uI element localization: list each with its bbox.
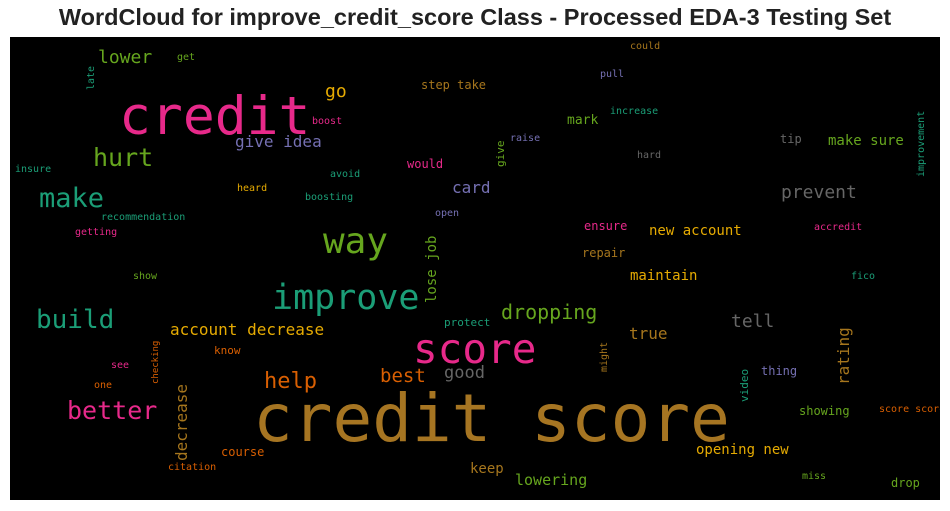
- word: could: [630, 41, 661, 52]
- word: account decrease: [170, 320, 325, 339]
- word: checking: [151, 340, 161, 384]
- word: decrease: [172, 383, 191, 461]
- word: repair: [582, 246, 626, 260]
- wordcloud-canvas: credit score credit score improve way ma…: [10, 37, 940, 500]
- word: boost: [312, 116, 343, 127]
- word: heard: [237, 183, 268, 194]
- word: video: [738, 368, 751, 402]
- word: showing: [799, 404, 850, 418]
- word: pull: [600, 69, 625, 80]
- word: miss: [802, 471, 827, 482]
- word: show: [133, 271, 158, 282]
- word: tell: [731, 311, 775, 332]
- word: get: [177, 52, 196, 63]
- word: card: [452, 178, 491, 197]
- word: avoid: [330, 169, 361, 180]
- word: lose job: [424, 235, 440, 303]
- word: drop: [891, 476, 920, 490]
- word: make: [39, 183, 105, 214]
- word: better: [67, 396, 158, 425]
- word: improve: [272, 278, 420, 318]
- word: score score: [879, 404, 940, 415]
- word: protect: [444, 316, 491, 329]
- word: prevent: [781, 182, 857, 203]
- word: hard: [637, 150, 662, 161]
- word: raise: [510, 133, 541, 144]
- word: tip: [780, 132, 802, 146]
- word: citation: [168, 462, 217, 473]
- word: help: [264, 369, 317, 394]
- word: best: [380, 365, 426, 387]
- word: hurt: [93, 143, 154, 172]
- word: late: [86, 65, 97, 90]
- word: open: [435, 208, 460, 219]
- word: would: [407, 157, 444, 171]
- word: see: [111, 360, 130, 371]
- word: good: [444, 363, 485, 383]
- word: recommendation: [101, 212, 186, 223]
- word: give: [494, 140, 507, 168]
- word: step take: [421, 78, 487, 92]
- word: course: [221, 445, 265, 459]
- word: ensure: [584, 219, 628, 233]
- word: lower: [98, 47, 153, 68]
- word: getting: [75, 227, 118, 238]
- word: true: [629, 324, 668, 343]
- word: insure: [15, 164, 52, 175]
- word: rating: [834, 327, 853, 385]
- word: credit score: [253, 380, 730, 457]
- word: improvement: [916, 110, 927, 177]
- word: make sure: [828, 133, 904, 149]
- word: fico: [851, 271, 876, 282]
- word: opening new: [696, 442, 789, 458]
- word: increase: [610, 106, 659, 117]
- word: go: [325, 81, 347, 102]
- figure-title: WordCloud for improve_credit_score Class…: [58, 4, 892, 30]
- word: one: [94, 380, 113, 391]
- word: dropping: [501, 300, 598, 324]
- word: mark: [567, 113, 599, 128]
- word: know: [214, 344, 241, 357]
- word: give idea: [235, 132, 322, 151]
- word: boosting: [305, 192, 354, 203]
- word: maintain: [630, 268, 698, 284]
- word: way: [323, 221, 389, 262]
- word: keep: [470, 461, 504, 477]
- word: lowering: [515, 471, 588, 489]
- word: build: [36, 305, 115, 335]
- word: might: [599, 341, 610, 372]
- word: thing: [761, 364, 798, 378]
- word: accredit: [814, 222, 863, 233]
- word: new account: [649, 223, 742, 239]
